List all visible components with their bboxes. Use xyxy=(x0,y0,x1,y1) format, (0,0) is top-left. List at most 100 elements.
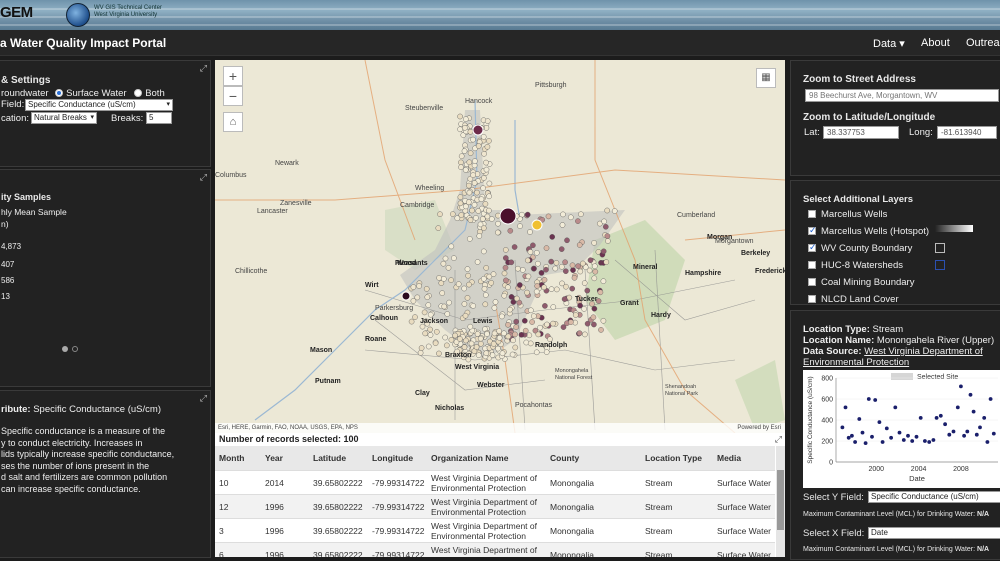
sample-site-point[interactable] xyxy=(527,229,533,235)
sample-site-point[interactable] xyxy=(417,349,424,356)
sample-site-point[interactable] xyxy=(533,288,540,295)
column-header[interactable]: County xyxy=(550,453,579,463)
sample-site-point[interactable] xyxy=(440,260,447,267)
sample-site-point[interactable] xyxy=(479,216,486,222)
sample-site-point[interactable] xyxy=(515,265,521,272)
sample-site-point[interactable] xyxy=(502,264,509,271)
sample-site-point[interactable] xyxy=(425,343,432,350)
sample-site-point[interactable] xyxy=(457,113,463,120)
nav-about-link[interactable]: About xyxy=(921,37,950,49)
sample-site-point[interactable] xyxy=(508,259,515,266)
sample-site-point[interactable] xyxy=(524,257,531,264)
sample-site-point[interactable] xyxy=(505,284,511,291)
sample-site-point[interactable] xyxy=(581,280,588,286)
sample-site-point[interactable] xyxy=(572,312,579,318)
sample-site-point[interactable] xyxy=(502,247,509,253)
sample-site-point[interactable] xyxy=(461,301,468,307)
sample-site-point[interactable] xyxy=(495,220,501,227)
sample-site-point[interactable] xyxy=(478,340,484,347)
sample-site-point[interactable] xyxy=(486,138,492,144)
sample-site-point[interactable] xyxy=(477,335,484,342)
sample-site-point[interactable] xyxy=(576,330,583,337)
sample-site-point[interactable] xyxy=(535,331,542,338)
layer-checkbox[interactable] xyxy=(808,278,816,287)
sample-site-point[interactable] xyxy=(457,126,463,133)
radio-surface-water-label[interactable]: Surface Water xyxy=(66,88,126,99)
sample-site-point[interactable] xyxy=(513,324,519,330)
carousel-dots[interactable] xyxy=(62,339,79,357)
sample-site-point[interactable] xyxy=(473,215,479,221)
sample-site-point[interactable] xyxy=(486,180,493,187)
layer-checkbox[interactable] xyxy=(808,225,817,236)
sample-site-point[interactable] xyxy=(600,248,607,255)
column-header[interactable]: Longitude xyxy=(372,453,413,463)
sample-site-point[interactable] xyxy=(505,321,511,328)
sample-site-point[interactable] xyxy=(457,336,463,342)
sample-site-point[interactable] xyxy=(473,344,480,350)
sample-site-point[interactable] xyxy=(425,302,432,308)
sample-site-point[interactable] xyxy=(418,345,425,351)
sample-site-point[interactable] xyxy=(480,248,487,255)
data-source-link-2[interactable]: Environmental Protection xyxy=(803,357,909,368)
sample-site-point[interactable] xyxy=(490,271,497,277)
layer-toggle[interactable]: HUC-8 Watersheds xyxy=(808,260,903,271)
sample-site-point[interactable] xyxy=(414,294,421,301)
sample-site-point[interactable] xyxy=(466,182,472,189)
sample-site-point[interactable] xyxy=(462,167,469,173)
sample-site-point[interactable] xyxy=(584,320,591,327)
map-canvas[interactable] xyxy=(215,60,785,433)
sample-site-point[interactable] xyxy=(467,129,474,135)
sample-site-point[interactable] xyxy=(466,281,472,288)
sample-site-point[interactable] xyxy=(483,125,490,131)
sample-site-point[interactable] xyxy=(436,275,442,281)
sample-site-point[interactable] xyxy=(458,164,464,170)
sample-site-point[interactable] xyxy=(576,242,583,248)
y-field-select[interactable]: Specific Conductance (uS/cm) xyxy=(868,491,1000,503)
column-header[interactable]: Latitude xyxy=(313,453,346,463)
sample-site-point[interactable] xyxy=(481,175,487,181)
sample-site-point[interactable] xyxy=(410,284,417,290)
layer-checkbox[interactable] xyxy=(808,261,816,270)
sample-site-point[interactable] xyxy=(507,227,514,234)
sample-site-point[interactable] xyxy=(442,255,449,262)
sample-site-point[interactable] xyxy=(529,319,535,325)
sample-site-point[interactable] xyxy=(541,284,547,291)
sample-site-point[interactable] xyxy=(412,314,418,320)
radio-surface-water[interactable] xyxy=(55,89,64,98)
sample-site-point[interactable] xyxy=(482,301,489,308)
sample-site-point[interactable] xyxy=(528,307,534,314)
sample-site-point[interactable] xyxy=(591,240,597,246)
column-header[interactable]: Media xyxy=(717,453,741,463)
sample-site-point[interactable] xyxy=(416,283,422,289)
sample-site-point[interactable] xyxy=(490,341,497,347)
sample-site-point[interactable] xyxy=(483,265,490,271)
sample-site-point[interactable] xyxy=(462,203,469,210)
sample-site-point[interactable] xyxy=(587,257,594,263)
sample-site-point[interactable] xyxy=(465,272,471,279)
breaks-input[interactable]: 5 xyxy=(146,112,172,124)
sample-site-point[interactable] xyxy=(553,286,560,293)
nav-outreach-link[interactable]: Outreach xyxy=(966,37,1000,49)
sample-site-point[interactable] xyxy=(560,324,567,330)
sample-site-point[interactable] xyxy=(408,318,415,325)
sample-site-point[interactable] xyxy=(548,286,555,292)
sample-site-point[interactable] xyxy=(474,189,480,196)
sample-site-point[interactable] xyxy=(530,313,537,319)
sample-site-point[interactable] xyxy=(475,208,482,214)
layer-checkbox[interactable] xyxy=(808,210,816,219)
sample-site-point[interactable] xyxy=(466,159,473,166)
sample-site-point[interactable] xyxy=(422,330,428,337)
sample-site-point[interactable] xyxy=(495,345,501,352)
sample-site-point[interactable] xyxy=(436,350,442,357)
sample-site-point[interactable] xyxy=(496,335,503,341)
sample-site-point[interactable] xyxy=(591,305,598,312)
sample-site-point[interactable] xyxy=(527,340,534,347)
sample-site-point[interactable] xyxy=(452,332,458,339)
sample-site-point[interactable] xyxy=(591,275,598,282)
sample-site-point[interactable] xyxy=(435,225,442,231)
sample-site-point[interactable] xyxy=(432,340,439,347)
sample-site-point[interactable] xyxy=(482,292,489,298)
column-header[interactable]: Location Type xyxy=(645,453,702,463)
sample-site-point[interactable] xyxy=(577,268,584,275)
x-field-select[interactable]: Date xyxy=(868,527,1000,539)
